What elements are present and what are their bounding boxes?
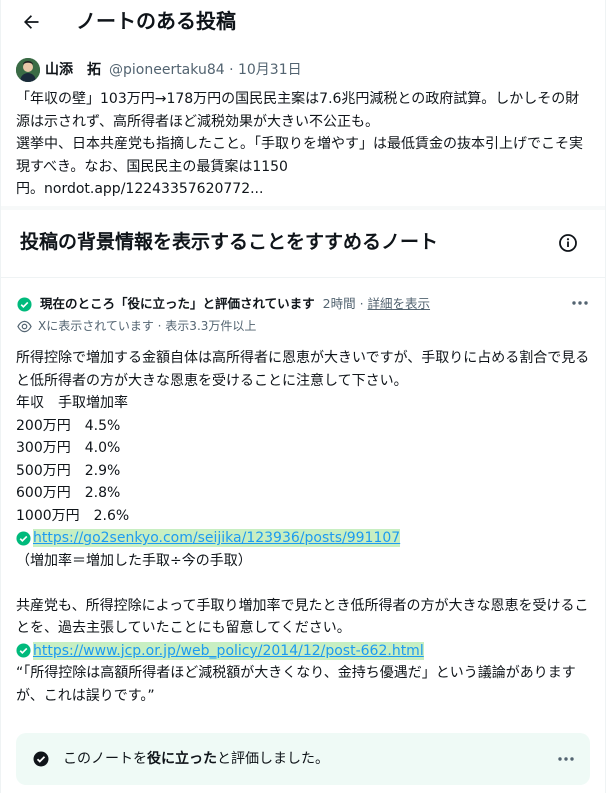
note-page: ノートのある投稿 山添 拓 @pioneertaku84 · 10月31日 「年収…: [0, 0, 606, 793]
source-link-go2senkyo[interactable]: https://go2senkyo.com/seijika/123936/pos…: [33, 529, 401, 548]
quoted-post[interactable]: 山添 拓 @pioneertaku84 · 10月31日 「年収の壁」103万円→…: [1, 52, 605, 204]
views-text: Xに表示されています · 表示3.3万件以上: [38, 319, 257, 333]
rated-bold: 役に立った: [147, 751, 217, 767]
author-name[interactable]: 山添 拓: [45, 62, 101, 78]
source-link-jcp[interactable]: https://www.jcp.or.jp/web_policy/2014/12…: [33, 641, 424, 660]
note-body: 所得控除で増加する金額自体は高所得者に恩恵が大きいですが、手取りに占める割合で見…: [16, 347, 594, 707]
info-button[interactable]: [553, 228, 583, 258]
section-title: 投稿の背景情報を表示することをすすめるノート: [20, 231, 439, 253]
check-filled-icon: [33, 751, 49, 771]
post-text: 「年収の壁」103万円→178万円の国民民主案は7.6兆円減税との政府試算。しか…: [16, 91, 583, 197]
rated-more-button[interactable]: [553, 749, 579, 769]
avatar[interactable]: [16, 58, 40, 82]
top-header: ノートのある投稿: [1, 0, 605, 44]
rated-prefix: このノートを: [63, 751, 147, 767]
check-circle-icon: [16, 531, 31, 546]
note-more-button[interactable]: [567, 293, 593, 313]
avatar-image: [16, 58, 40, 82]
divider: [1, 277, 605, 278]
note-time: 2時間 ·: [322, 296, 368, 311]
check-circle-icon: [16, 643, 31, 658]
note-link-row: https://www.jcp.or.jp/web_policy/2014/12…: [16, 640, 594, 663]
more-horizontal-icon: [558, 757, 574, 761]
post-meta: 山添 拓 @pioneertaku84 · 10月31日: [45, 60, 302, 80]
note-views: Xに表示されています · 表示3.3万件以上: [17, 316, 256, 336]
note-status: 現在のところ「役に立った」と評価されています 2時間 · 詳細を表示: [17, 294, 430, 314]
back-button[interactable]: [13, 4, 49, 40]
note-paragraph: 所得控除で増加する金額自体は高所得者に恩恵が大きいですが、手取りに占める割合で見…: [16, 350, 590, 524]
info-icon: [559, 234, 577, 252]
note-paragraph: “「所得控除は高額所得者ほど減税額が大きくなり、金持ち優遇だ」という議論がありま…: [16, 665, 576, 704]
rated-text: このノートを役に立ったと評価しました。: [63, 749, 329, 769]
author-handle-date[interactable]: @pioneertaku84 · 10月31日: [109, 62, 302, 78]
note-paragraph: （増加率＝増加した手取÷今の手取） 共産党も、所得控除によって手取り増加率で見た…: [16, 552, 589, 637]
arrow-left-icon: [24, 15, 39, 29]
check-circle-icon: [17, 296, 32, 312]
eye-icon: [17, 320, 32, 332]
more-horizontal-icon: [572, 301, 588, 305]
divider: [1, 206, 605, 210]
section-heading: 投稿の背景情報を表示することをすすめるノート: [1, 216, 605, 270]
status-time: 2時間 · 詳細を表示: [323, 294, 430, 314]
page-title: ノートのある投稿: [76, 9, 236, 33]
details-link[interactable]: 詳細を表示: [368, 296, 431, 311]
status-label: 現在のところ「役に立った」と評価されています: [40, 296, 315, 311]
note-link-row: https://go2senkyo.com/seijika/123936/pos…: [16, 527, 594, 550]
rated-banner: このノートを役に立ったと評価しました。: [16, 733, 590, 785]
rated-suffix: と評価しました。: [217, 751, 329, 767]
